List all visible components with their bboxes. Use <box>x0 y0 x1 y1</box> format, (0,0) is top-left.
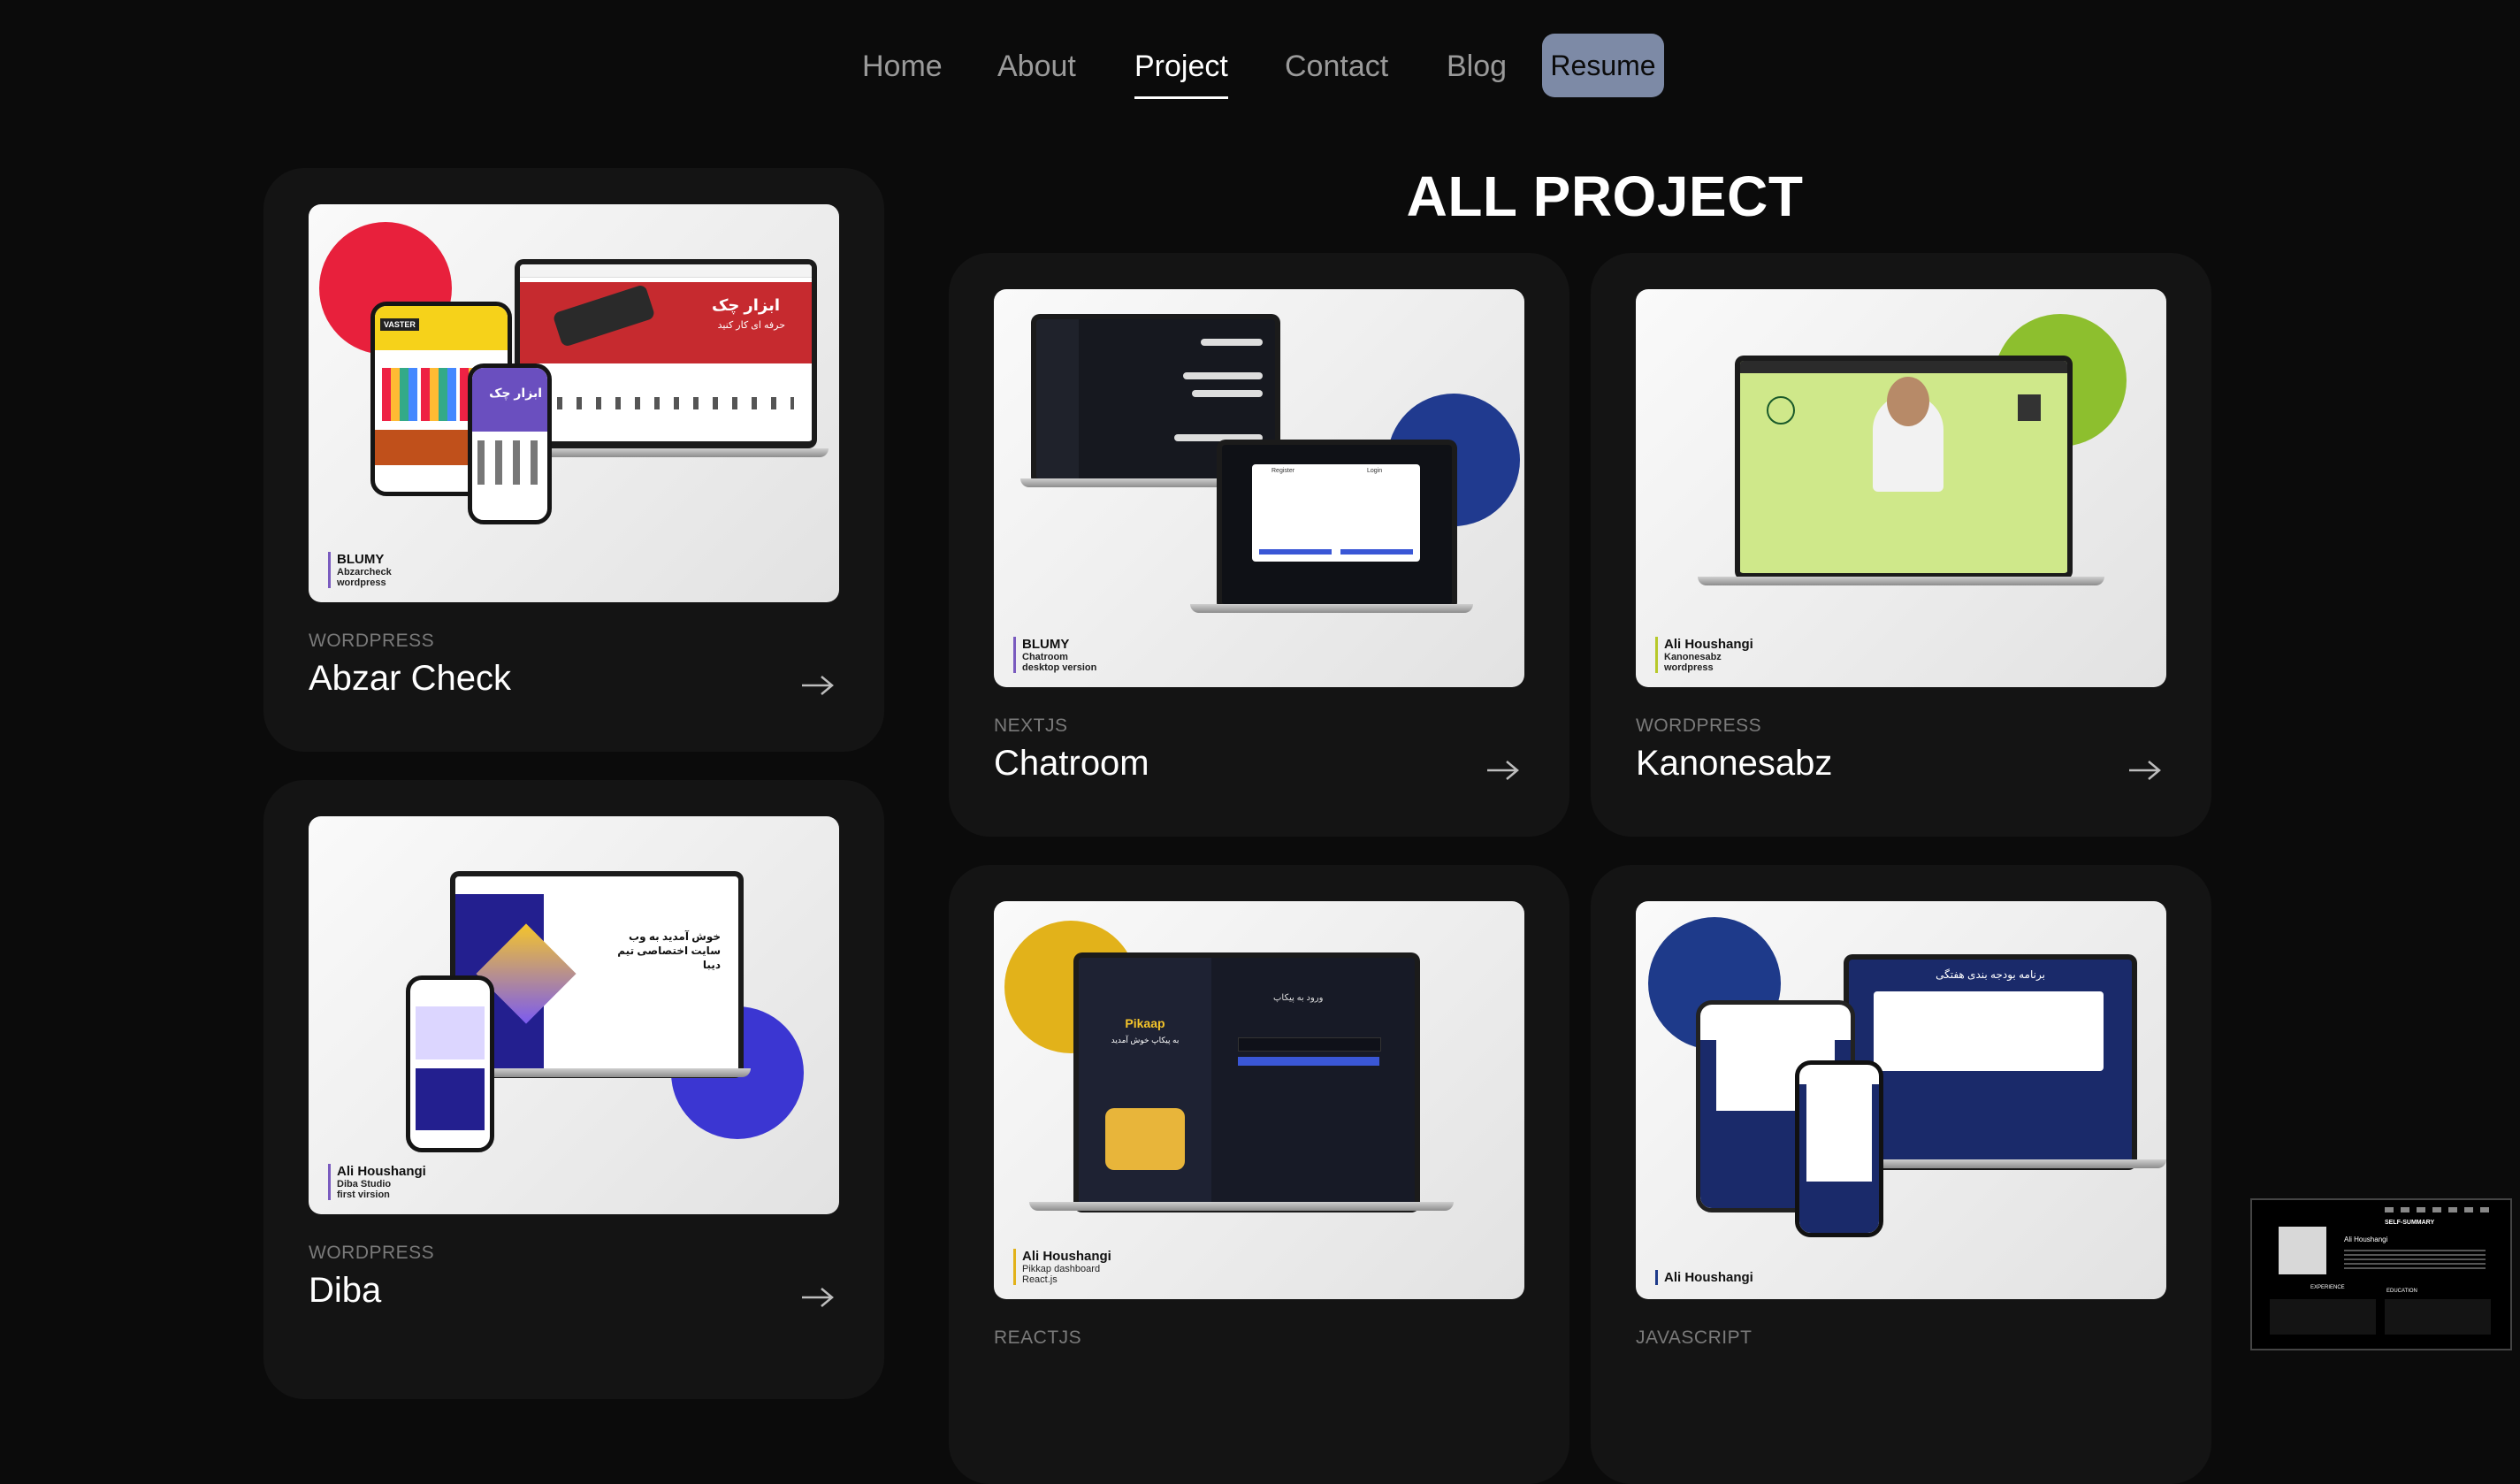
main-nav: Home About Project Contact Blog Resume <box>0 0 2520 133</box>
project-card-pikkap[interactable]: Pikaap به پیکاپ خوش آمدید ورود به پیکاپ … <box>949 865 1569 1484</box>
preview-name: Ali Houshangi <box>2344 1235 2388 1243</box>
thumbnail-brand: Ali Houshangi <box>1655 1270 1753 1285</box>
screen-title: برنامه بودجه بندی هفتگی <box>1936 968 2045 981</box>
page-title: ALL PROJECT <box>1406 164 1804 228</box>
hero-text: ابزار چک <box>711 296 780 314</box>
project-title: Abzar Check <box>309 659 511 698</box>
register-title: Register <box>1271 468 1295 474</box>
project-thumbnail: Ali Houshangi Kanonesabz wordpress <box>1636 289 2166 687</box>
thumbnail-brand: BLUMY Abzarcheck wordpress <box>328 552 392 588</box>
project-thumbnail: خوش آمدید به وب سایت اختصاصی تیم دیبا Al… <box>309 816 839 1214</box>
nav-home[interactable]: Home <box>862 35 943 97</box>
hero-subtext: حرفه ای کار کنید <box>717 320 785 331</box>
project-category: WORDPRESS <box>309 1243 435 1263</box>
preview-section-2: EDUCATION <box>2386 1289 2417 1294</box>
preview-heading: SELF-SUMMARY <box>2385 1220 2435 1226</box>
nav-blog[interactable]: Blog <box>1447 35 1507 97</box>
nav-contact[interactable]: Contact <box>1285 35 1388 97</box>
project-thumbnail: ابزار چک حرفه ای کار کنید VASTER ابزار چ… <box>309 204 839 602</box>
project-thumbnail: Pikaap به پیکاپ خوش آمدید ورود به پیکاپ … <box>994 901 1524 1299</box>
hero-text: خوش آمدید به وب سایت اختصاصی تیم دیبا <box>617 930 721 971</box>
login-title: ورود به پیکاپ <box>1273 993 1324 1003</box>
project-title: Kanonesabz <box>1636 744 1833 783</box>
project-card-kanonesabz[interactable]: Ali Houshangi Kanonesabz wordpress WORDP… <box>1591 253 2211 837</box>
project-category: NEXTJS <box>994 715 1068 736</box>
project-thumbnail: Register Login BLUMY Chatroom desktop ve… <box>994 289 1524 687</box>
arrow-right-icon[interactable] <box>800 672 836 699</box>
avatar <box>2279 1227 2326 1274</box>
project-thumbnail: برنامه بودجه بندی هفتگی Ali Houshangi <box>1636 901 2166 1299</box>
arrow-right-icon[interactable] <box>800 1284 836 1311</box>
project-category: WORDPRESS <box>1636 715 1762 736</box>
project-card-abzar-check[interactable]: ابزار چک حرفه ای کار کنید VASTER ابزار چ… <box>263 168 884 752</box>
project-card-budget[interactable]: برنامه بودجه بندی هفتگی Ali Houshangi JA… <box>1591 865 2211 1484</box>
nav-about[interactable]: About <box>997 35 1076 97</box>
login-title: Login <box>1367 468 1383 474</box>
phone-title: ابزار چک <box>489 386 542 400</box>
mobile-badge: VASTER <box>380 318 419 331</box>
resume-button[interactable]: Resume <box>1542 34 1664 97</box>
preview-thumbnail[interactable]: SELF-SUMMARY Ali Houshangi EXPERIENCE ED… <box>2250 1198 2512 1350</box>
thumbnail-brand: Ali Houshangi Kanonesabz wordpress <box>1655 637 1753 673</box>
project-title: Diba <box>309 1271 382 1310</box>
project-title: Chatroom <box>994 744 1149 783</box>
thumbnail-brand: Ali Houshangi Diba Studio first virsion <box>328 1164 426 1200</box>
welcome-text: به پیکاپ خوش آمدید <box>1111 1036 1180 1044</box>
project-category: JAVASCRIPT <box>1636 1327 1753 1348</box>
arrow-right-icon[interactable] <box>2127 757 2163 784</box>
project-category: REACTJS <box>994 1327 1082 1348</box>
thumbnail-brand: Ali Houshangi Pikkap dashboard React.js <box>1013 1249 1111 1285</box>
project-card-chatroom[interactable]: Register Login BLUMY Chatroom desktop ve… <box>949 253 1569 837</box>
nav-project[interactable]: Project <box>1134 35 1228 99</box>
app-name: Pikaap <box>1125 1016 1165 1030</box>
arrow-right-icon[interactable] <box>1485 757 1521 784</box>
project-category: WORDPRESS <box>309 631 435 651</box>
thumbnail-brand: BLUMY Chatroom desktop version <box>1013 637 1096 673</box>
preview-section-1: EXPERIENCE <box>2310 1285 2345 1290</box>
project-card-diba[interactable]: خوش آمدید به وب سایت اختصاصی تیم دیبا Al… <box>263 780 884 1399</box>
